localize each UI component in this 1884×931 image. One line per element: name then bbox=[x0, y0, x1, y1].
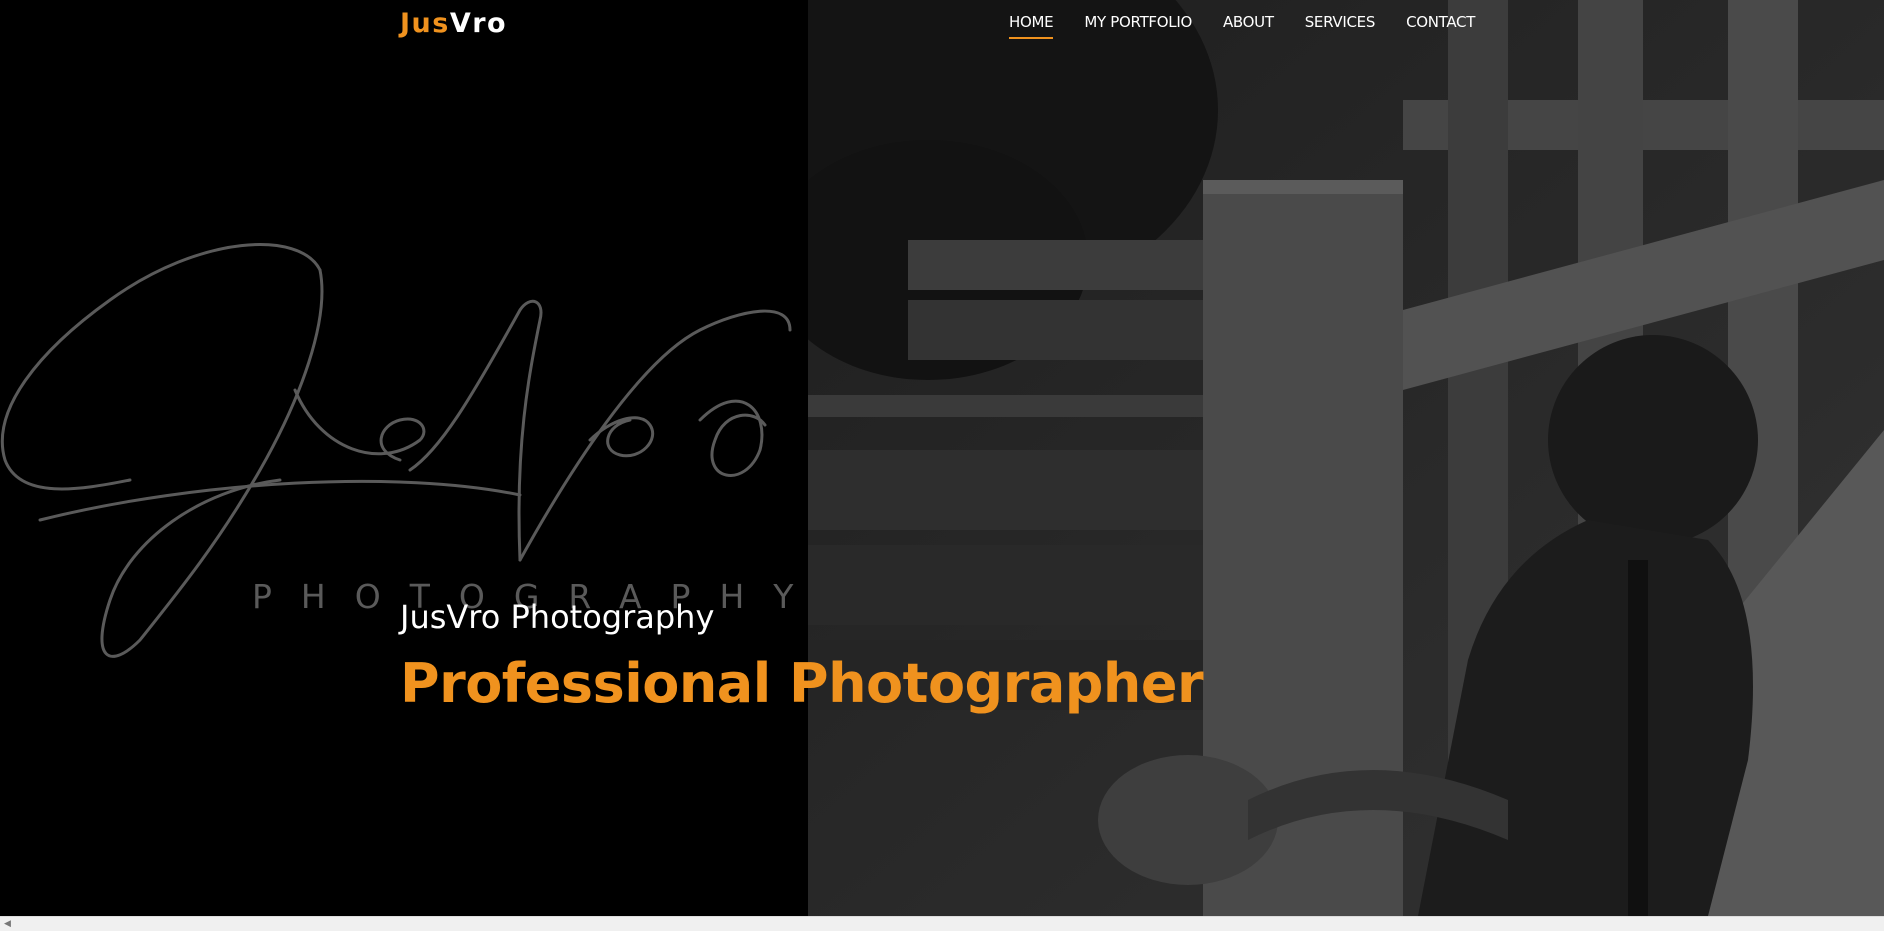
photographer-photo-image bbox=[808, 0, 1884, 916]
horizontal-scrollbar[interactable]: ◀ bbox=[0, 916, 1884, 931]
nav-about[interactable]: ABOUT bbox=[1223, 13, 1274, 39]
nav-services[interactable]: SERVICES bbox=[1305, 13, 1376, 39]
nav-contact[interactable]: CONTACT bbox=[1406, 13, 1475, 39]
scroll-left-arrow-icon[interactable]: ◀ bbox=[4, 918, 11, 929]
hero-section: PHOTOGRAPHY JusVro Photography Professio… bbox=[0, 0, 1884, 916]
nav-home[interactable]: HOME bbox=[1009, 13, 1054, 39]
brand-logo-part1: Jus bbox=[400, 8, 450, 39]
brand-logo[interactable]: JusVro bbox=[400, 8, 507, 39]
brand-logo-part2: Vro bbox=[449, 8, 508, 39]
hero-photo bbox=[808, 0, 1884, 916]
main-nav: HOME MY PORTFOLIO ABOUT SERVICES CONTACT bbox=[1009, 13, 1475, 39]
hero-headline: Professional Photographer bbox=[400, 652, 1204, 715]
nav-portfolio[interactable]: MY PORTFOLIO bbox=[1084, 13, 1192, 39]
hero-subtitle: JusVro Photography bbox=[400, 598, 715, 636]
